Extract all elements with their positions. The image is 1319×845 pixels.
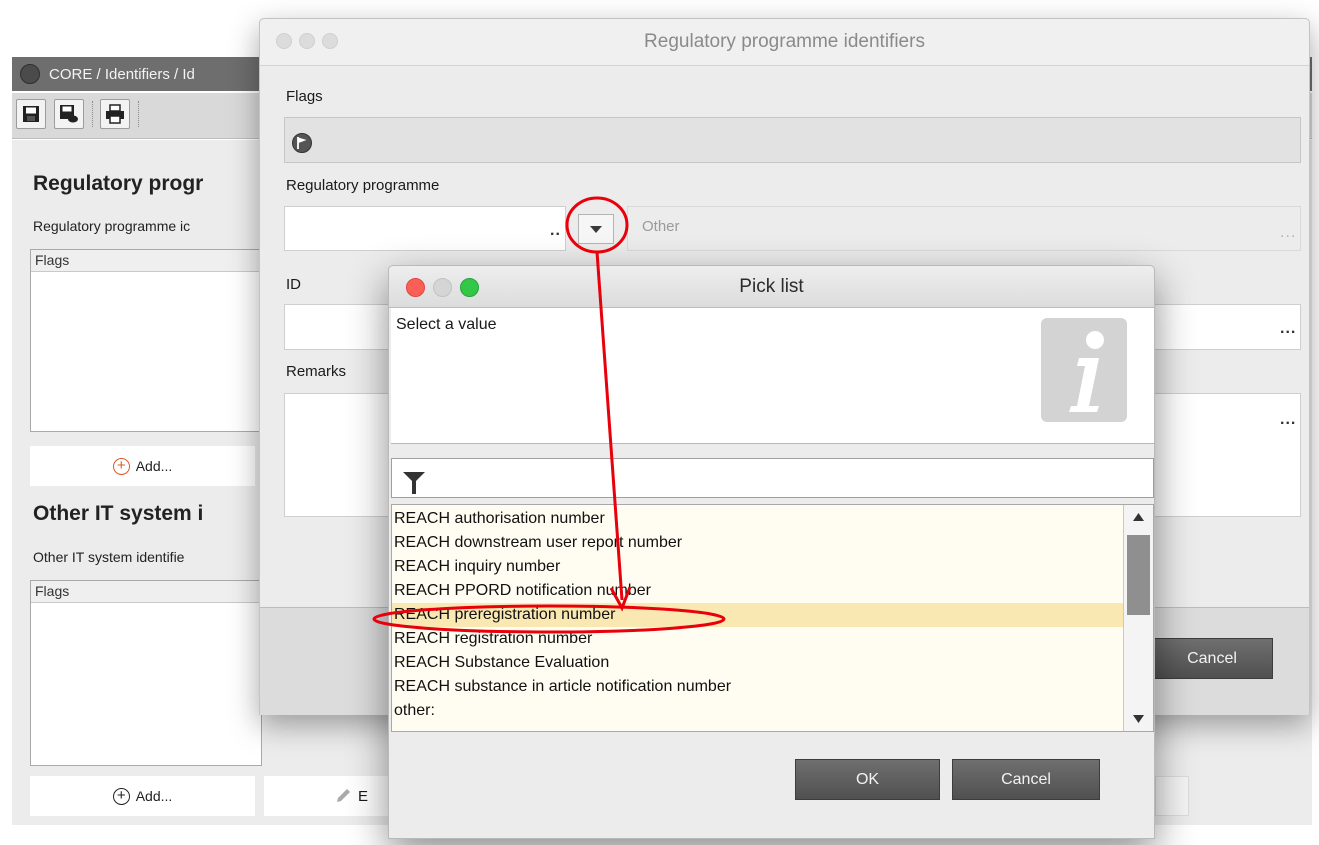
pick-list-message-area: Select a value xyxy=(391,308,1154,444)
filter-input[interactable] xyxy=(391,458,1154,498)
section-subtitle-other-it: Other IT system identifie xyxy=(33,549,185,565)
id-label: ID xyxy=(286,276,301,293)
list-item[interactable]: REACH substance in article notification … xyxy=(392,675,1125,699)
filter-icon xyxy=(403,472,425,494)
chevron-down-icon xyxy=(590,226,602,233)
scroll-thumb[interactable] xyxy=(1127,535,1150,615)
add-other-it-button[interactable]: + Add... xyxy=(30,776,255,816)
section-title-regulatory: Regulatory progr xyxy=(33,172,204,195)
info-icon xyxy=(1041,318,1127,422)
table-header-flags: Flags xyxy=(31,250,261,272)
pick-list-message: Select a value xyxy=(396,316,497,333)
add-icon: + xyxy=(112,457,130,475)
edit-other-it-button[interactable]: E xyxy=(264,776,394,816)
regulatory-programme-label: Regulatory programme xyxy=(286,177,440,194)
section-title-other-it: Other IT system i xyxy=(33,502,204,525)
value-list[interactable]: REACH authorisation number REACH downstr… xyxy=(391,504,1154,732)
other-it-table[interactable]: Flags xyxy=(30,580,262,766)
pick-list-dialog: Pick list Select a value REACH authorisa… xyxy=(388,265,1155,839)
regulatory-programme-field[interactable]: .. xyxy=(284,206,566,251)
list-item[interactable]: REACH Substance Evaluation xyxy=(392,651,1125,675)
table-header-flags: Flags xyxy=(31,581,261,603)
list-item-selected[interactable]: REACH preregistration number xyxy=(392,603,1125,627)
list-item[interactable]: REACH inquiry number xyxy=(392,555,1125,579)
ok-button[interactable]: OK xyxy=(795,759,940,800)
other-field: Other ... xyxy=(627,206,1301,251)
cancel-button[interactable]: Cancel xyxy=(952,759,1100,800)
pencil-icon xyxy=(337,789,350,802)
regulatory-table[interactable]: Flags xyxy=(30,249,262,432)
breadcrumb: CORE / Identifiers / Id xyxy=(49,65,195,83)
save-icon[interactable] xyxy=(16,99,46,129)
dialog-title: Regulatory programme identifiers xyxy=(644,31,925,52)
scroll-down-icon[interactable] xyxy=(1133,715,1144,723)
regulatory-programme-dropdown-button[interactable] xyxy=(578,214,614,244)
pick-list-title: Pick list xyxy=(739,276,804,297)
scroll-up-icon[interactable] xyxy=(1133,513,1144,521)
flags-label: Flags xyxy=(286,88,323,105)
print-icon[interactable] xyxy=(100,99,130,129)
list-item[interactable]: REACH authorisation number xyxy=(392,507,1125,531)
save-comment-icon[interactable] xyxy=(54,99,84,129)
dialog-titlebar: Regulatory programme identifiers xyxy=(260,19,1309,66)
list-scrollbar[interactable] xyxy=(1123,505,1153,731)
flags-field[interactable] xyxy=(284,117,1301,163)
cancel-button[interactable]: Cancel xyxy=(1151,638,1273,679)
list-item[interactable]: REACH registration number xyxy=(392,627,1125,651)
remarks-label: Remarks xyxy=(286,363,347,380)
add-regulatory-button[interactable]: + Add... xyxy=(30,446,255,486)
toolbar-button-stub[interactable] xyxy=(1155,776,1189,816)
list-item[interactable]: REACH PPORD notification number xyxy=(392,579,1125,603)
section-subtitle-regulatory: Regulatory programme ic xyxy=(33,218,191,234)
window-status-icon xyxy=(20,64,40,84)
add-icon: + xyxy=(112,787,130,805)
flag-icon[interactable] xyxy=(291,132,313,154)
list-item[interactable]: REACH downstream user report number xyxy=(392,531,1125,555)
pick-list-titlebar: Pick list xyxy=(389,266,1154,308)
list-item[interactable]: other: xyxy=(392,699,1125,723)
